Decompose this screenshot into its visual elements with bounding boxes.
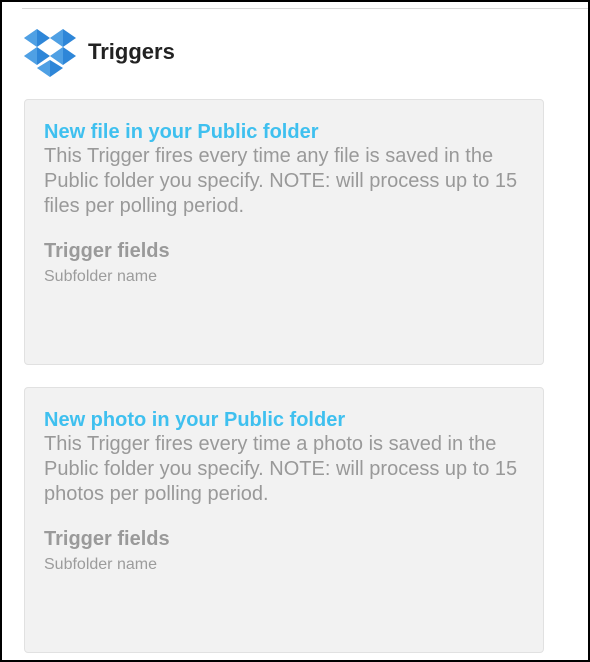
section-header: Triggers	[22, 24, 175, 80]
trigger-card: New file in your Public folder This Trig…	[24, 99, 544, 365]
trigger-fields-heading: Trigger fields	[44, 528, 170, 550]
trigger-description: This Trigger fires every time a photo is…	[44, 433, 518, 505]
divider	[22, 8, 588, 9]
page-frame: Triggers New file in your Public folder …	[0, 0, 590, 662]
trigger-description: This Trigger fires every time any file i…	[44, 145, 518, 217]
trigger-card: New photo in your Public folder This Tri…	[24, 387, 544, 653]
trigger-fields-heading: Trigger fields	[44, 240, 170, 262]
trigger-title-link[interactable]: New file in your Public folder	[44, 120, 525, 144]
dropbox-icon	[24, 29, 76, 77]
page-title: Triggers	[88, 39, 175, 64]
trigger-field-item: Subfolder name	[44, 268, 157, 285]
trigger-title-link[interactable]: New photo in your Public folder	[44, 408, 525, 432]
trigger-field-item: Subfolder name	[44, 556, 157, 573]
